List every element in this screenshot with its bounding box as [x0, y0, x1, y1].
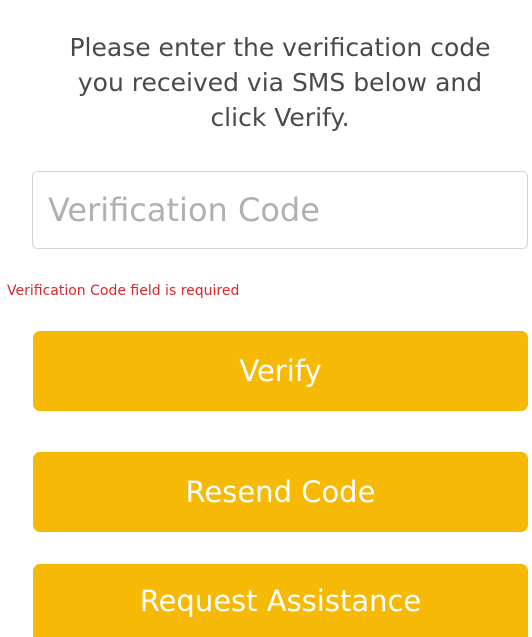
request-assistance-button[interactable]: Request Assistance [33, 564, 528, 637]
resend-code-button[interactable]: Resend Code [33, 452, 528, 532]
instructions-text: Please enter the verification code you r… [40, 30, 520, 135]
instructions-line-1: Please enter the verification code [69, 33, 491, 62]
verification-code-input[interactable] [32, 171, 528, 249]
verification-screen: Please enter the verification code you r… [0, 0, 532, 637]
validation-error-message: Verification Code field is required [7, 283, 240, 299]
verify-button[interactable]: Verify [33, 331, 528, 411]
instructions-line-2: you received via SMS below and [77, 68, 483, 97]
instructions-line-3: click Verify. [210, 103, 350, 132]
